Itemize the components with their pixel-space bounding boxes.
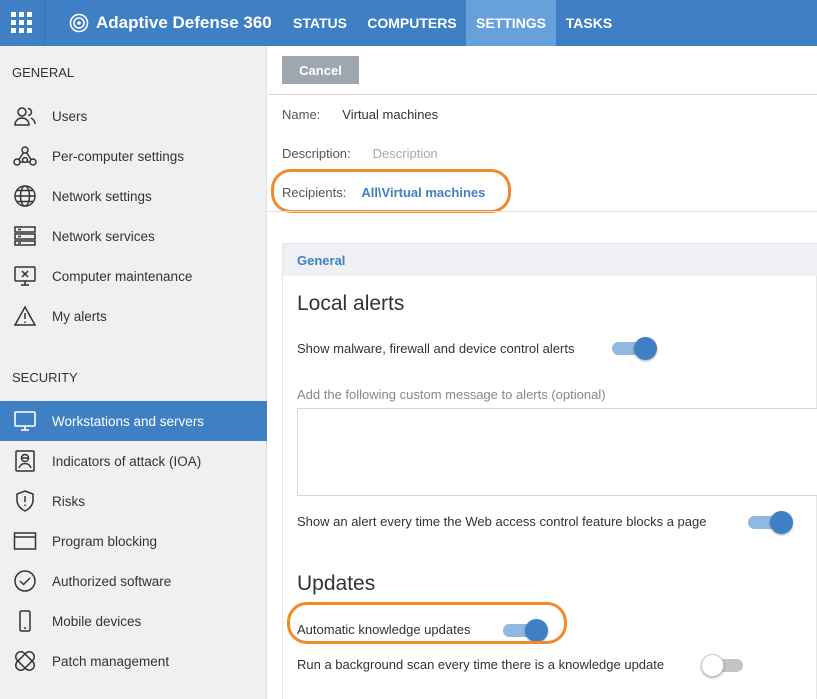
sidebar-item-network-services[interactable]: Network services: [0, 216, 267, 256]
description-field[interactable]: Description: [373, 146, 438, 161]
sidebar-item-label: Per-computer settings: [52, 148, 185, 164]
sidebar-item-label: Indicators of attack (IOA): [52, 453, 202, 469]
bg-scan-label: Run a background scan every time there i…: [297, 657, 665, 672]
shield-alert-icon: [0, 489, 52, 513]
top-navbar: Adaptive Defense 360 STATUS COMPUTERS SE…: [0, 0, 817, 46]
sidebar-item-label: Mobile devices: [52, 613, 142, 629]
sidebar-item-label: Risks: [52, 493, 85, 509]
sidebar-item-my-alerts[interactable]: My alerts: [0, 296, 267, 336]
custom-message-textarea[interactable]: [297, 408, 817, 496]
check-circle-icon: [0, 569, 52, 593]
sidebar-item-label: Authorized software: [52, 573, 172, 589]
grid-icon: [11, 12, 32, 33]
toolbar-divider: [268, 94, 817, 95]
tab-computers[interactable]: COMPUTERS: [362, 0, 462, 46]
web-alert-label: Show an alert every time the Web access …: [297, 514, 707, 529]
updates-heading: Updates: [297, 572, 376, 595]
sidebar-item-per-computer-settings[interactable]: Per-computer settings: [0, 136, 267, 176]
name-field[interactable]: Virtual machines: [342, 107, 438, 122]
brand[interactable]: Adaptive Defense 360: [69, 0, 272, 46]
bg-scan-toggle[interactable]: [701, 654, 747, 677]
tab-settings[interactable]: SETTINGS: [466, 0, 556, 46]
warning-icon: [0, 305, 52, 327]
sidebar-item-workstations-and-servers[interactable]: Workstations and servers: [0, 401, 267, 441]
patch-icon: [0, 649, 52, 673]
sidebar-item-program-blocking[interactable]: Program blocking: [0, 521, 267, 561]
sidebar-item-label: Workstations and servers: [52, 413, 205, 429]
sidebar-item-label: Users: [52, 108, 88, 124]
web-alert-toggle[interactable]: [746, 511, 793, 534]
auto-updates-highlight: [287, 602, 567, 644]
cancel-button[interactable]: Cancel: [282, 56, 359, 84]
tab-status[interactable]: STATUS: [284, 0, 356, 46]
toggle-knob: [770, 511, 793, 534]
sidebar-item-patch-management[interactable]: Patch management: [0, 641, 267, 681]
name-field-row: Name: Virtual machines: [282, 107, 438, 122]
app-grid-button[interactable]: [0, 0, 45, 46]
window-icon: [0, 531, 52, 551]
sidebar-item-authorized-software[interactable]: Authorized software: [0, 561, 267, 601]
description-label: Description:: [282, 146, 351, 161]
general-panel: General Local alerts Show malware, firew…: [282, 243, 817, 699]
monitor-x-icon: [0, 265, 52, 287]
sidebar-item-label: Patch management: [52, 653, 170, 669]
globe-icon: [0, 184, 52, 208]
target-logo-icon: [69, 13, 89, 33]
brand-name: Adaptive Defense 360: [96, 13, 272, 32]
panel-header[interactable]: General: [283, 244, 817, 276]
toggle-knob: [634, 337, 657, 360]
section-title-general: GENERAL: [12, 65, 75, 80]
sidebar-item-users[interactable]: Users: [0, 96, 267, 136]
tab-tasks[interactable]: TASKS: [561, 0, 617, 46]
sidebar-item-label: Program blocking: [52, 533, 158, 549]
sidebar-item-label: Network settings: [52, 188, 152, 204]
phone-icon: [0, 609, 52, 633]
sidebar-item-label: Network services: [52, 228, 155, 244]
sidebar-item-computer-maintenance[interactable]: Computer maintenance: [0, 256, 267, 296]
users-icon: [0, 105, 52, 127]
local-alerts-heading: Local alerts: [297, 292, 405, 315]
sidebar-item-network-settings[interactable]: Network settings: [0, 176, 267, 216]
network-nodes-icon: [0, 145, 52, 167]
sidebar-item-label: My alerts: [52, 308, 107, 324]
sidebar: GENERAL Users Per-computer settings Netw…: [0, 46, 267, 699]
monitor-icon: [0, 410, 52, 432]
section-title-security: SECURITY: [12, 370, 78, 385]
form-divider: [268, 211, 817, 212]
sidebar-item-label: Computer maintenance: [52, 268, 193, 284]
show-alerts-label: Show malware, firewall and device contro…: [297, 341, 575, 356]
main-content: Cancel Name: Virtual machines Descriptio…: [268, 46, 817, 699]
show-alerts-toggle[interactable]: [610, 337, 657, 360]
sidebar-item-mobile-devices[interactable]: Mobile devices: [0, 601, 267, 641]
recipients-highlight: [271, 169, 511, 213]
custom-message-label: Add the following custom message to aler…: [297, 387, 606, 402]
toggle-knob: [701, 654, 724, 677]
sidebar-item-indicators-of-attack[interactable]: Indicators of attack (IOA): [0, 441, 267, 481]
description-field-row: Description: Description: [282, 146, 438, 161]
name-label: Name:: [282, 107, 321, 122]
attacker-icon: [0, 449, 52, 473]
sidebar-item-risks[interactable]: Risks: [0, 481, 267, 521]
panel-header-title: General: [297, 253, 346, 268]
server-icon: [0, 225, 52, 247]
